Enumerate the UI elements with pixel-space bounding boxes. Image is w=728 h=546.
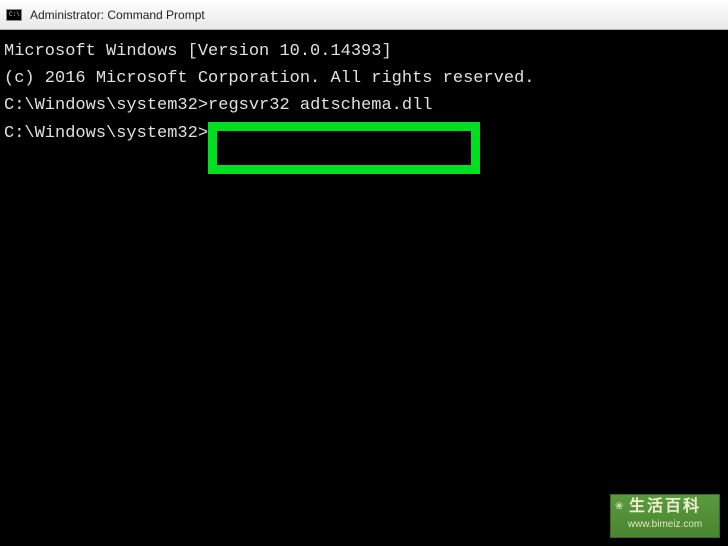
terminal-prompt-line-2: C:\Windows\system32> [4, 120, 724, 147]
cmd-icon [6, 9, 22, 21]
watermark-text-cn: 生活百科 [629, 499, 701, 515]
terminal-area[interactable]: Microsoft Windows [Version 10.0.14393] (… [0, 30, 728, 546]
flower-icon: ❀ [615, 499, 623, 515]
window-title: Administrator: Command Prompt [30, 8, 205, 22]
window-titlebar[interactable]: Administrator: Command Prompt [0, 0, 728, 30]
terminal-line-copyright: (c) 2016 Microsoft Corporation. All righ… [4, 65, 724, 92]
terminal-prompt-line-1: C:\Windows\system32>regsvr32 adtschema.d… [4, 92, 724, 119]
terminal-prompt-2: C:\Windows\system32> [4, 124, 208, 143]
terminal-line-version: Microsoft Windows [Version 10.0.14393] [4, 38, 724, 65]
terminal-command-1: regsvr32 adtschema.dll [208, 96, 432, 115]
watermark-url: www.bimeiz.com [628, 517, 702, 533]
watermark-badge: ❀ 生活百科 www.bimeiz.com [610, 494, 720, 538]
terminal-prompt-1: C:\Windows\system32> [4, 96, 208, 115]
